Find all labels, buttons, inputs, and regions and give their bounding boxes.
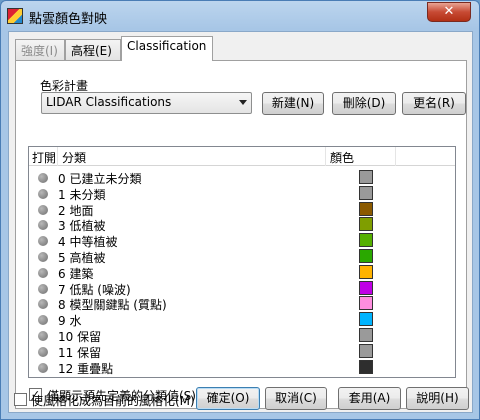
chevron-down-icon (239, 100, 247, 105)
color-swatch[interactable] (359, 359, 373, 374)
dialog-window: 點雲顏色對映 ✕ 強度(I) 高程(E) Classification 色彩計畫… (0, 0, 480, 420)
apply-button[interactable]: 套用(A) (338, 387, 401, 410)
column-divider[interactable] (395, 147, 396, 166)
new-scheme-button[interactable]: 新建(N) (262, 92, 324, 115)
tab-elevation[interactable]: 高程(E) (65, 39, 121, 60)
window-title: 點雲顏色對映 (29, 12, 108, 27)
help-button[interactable]: 說明(H) (406, 387, 469, 410)
lightbulb-icon[interactable] (38, 331, 48, 341)
table-row[interactable]: 6 建築 (29, 264, 455, 281)
cancel-button[interactable]: 取消(C) (265, 387, 327, 410)
color-swatch[interactable] (359, 280, 373, 295)
table-row[interactable]: 2 地面 (29, 201, 455, 218)
lightbulb-icon[interactable] (38, 188, 48, 199)
column-header-color[interactable]: 顏色 (330, 149, 354, 166)
color-swatch[interactable] (359, 217, 373, 232)
rename-scheme-button[interactable]: 更名(R) (402, 92, 466, 115)
color-swatch[interactable] (359, 249, 373, 263)
color-swatch[interactable] (359, 296, 373, 311)
column-header-classification[interactable]: 分類 (62, 149, 86, 166)
table-row[interactable]: 0 已建立未分類 (29, 169, 455, 186)
color-scheme-dropdown[interactable]: LIDAR Classifications (41, 92, 252, 114)
table-row[interactable]: 9 水 (29, 311, 455, 328)
use-raster-checkbox[interactable] (14, 393, 27, 406)
color-swatch[interactable] (359, 264, 373, 279)
title-bar[interactable]: 點雲顏色對映 ✕ (1, 1, 479, 31)
color-swatch[interactable] (359, 328, 373, 342)
lightbulb-icon[interactable] (38, 299, 48, 310)
column-divider[interactable] (57, 147, 58, 166)
color-swatch[interactable] (359, 201, 373, 216)
app-icon (7, 8, 23, 24)
lightbulb-icon[interactable] (38, 346, 48, 357)
column-divider[interactable] (325, 147, 326, 166)
tab-classification[interactable]: Classification (121, 36, 213, 61)
color-swatch[interactable] (359, 185, 373, 200)
color-swatch[interactable] (359, 170, 373, 184)
color-swatch[interactable] (359, 312, 373, 327)
lightbulb-icon[interactable] (38, 236, 48, 247)
table-row[interactable]: 5 高植被 (29, 248, 455, 265)
table-row[interactable]: 1 未分類 (29, 185, 455, 202)
color-scheme-group: 色彩計畫 LIDAR Classifications 新建(N) 刪除(D) 更… (28, 69, 466, 115)
list-header: 打開 分類 顏色 (29, 147, 455, 166)
lightbulb-icon[interactable] (38, 267, 48, 278)
lightbulb-icon[interactable] (38, 315, 48, 326)
lightbulb-icon[interactable] (38, 173, 48, 183)
table-row[interactable]: 8 模型關鍵點 (質點) (29, 295, 455, 312)
lightbulb-icon[interactable] (38, 252, 48, 262)
color-swatch[interactable] (359, 343, 373, 358)
delete-scheme-button[interactable]: 刪除(D) (332, 92, 396, 115)
table-row[interactable]: 7 低點 (噪波) (29, 280, 455, 297)
lightbulb-icon[interactable] (38, 204, 48, 215)
table-row[interactable]: 4 中等植被 (29, 232, 455, 249)
lightbulb-icon[interactable] (38, 283, 48, 294)
color-swatch[interactable] (359, 233, 373, 248)
lightbulb-icon[interactable] (38, 220, 48, 231)
table-row[interactable]: 10 保留 (29, 327, 455, 344)
color-scheme-value: LIDAR Classifications (46, 95, 172, 109)
use-raster-label: 使風格化成為目前的風格化(M) (31, 394, 195, 408)
lightbulb-icon[interactable] (38, 362, 48, 373)
classification-panel: 色彩計畫 LIDAR Classifications 新建(N) 刪除(D) 更… (15, 60, 467, 409)
close-button[interactable]: ✕ (427, 2, 471, 22)
ok-button[interactable]: 確定(O) (196, 387, 260, 410)
column-header-on[interactable]: 打開 (32, 149, 56, 166)
dialog-client: 強度(I) 高程(E) Classification 色彩計畫 LIDAR Cl… (8, 31, 473, 413)
tab-intensity[interactable]: 強度(I) (15, 39, 65, 60)
table-row[interactable]: 11 保留 (29, 343, 455, 360)
classification-list[interactable]: 打開 分類 顏色 0 已建立未分類 1 未分類 2 地面 3 低植被 4 中等植被 5 高… (28, 146, 456, 378)
table-row[interactable]: 3 低植被 (29, 216, 455, 233)
table-row[interactable]: 12 重疊點 (29, 359, 455, 376)
classification-label: 12 重疊點 (58, 361, 114, 376)
